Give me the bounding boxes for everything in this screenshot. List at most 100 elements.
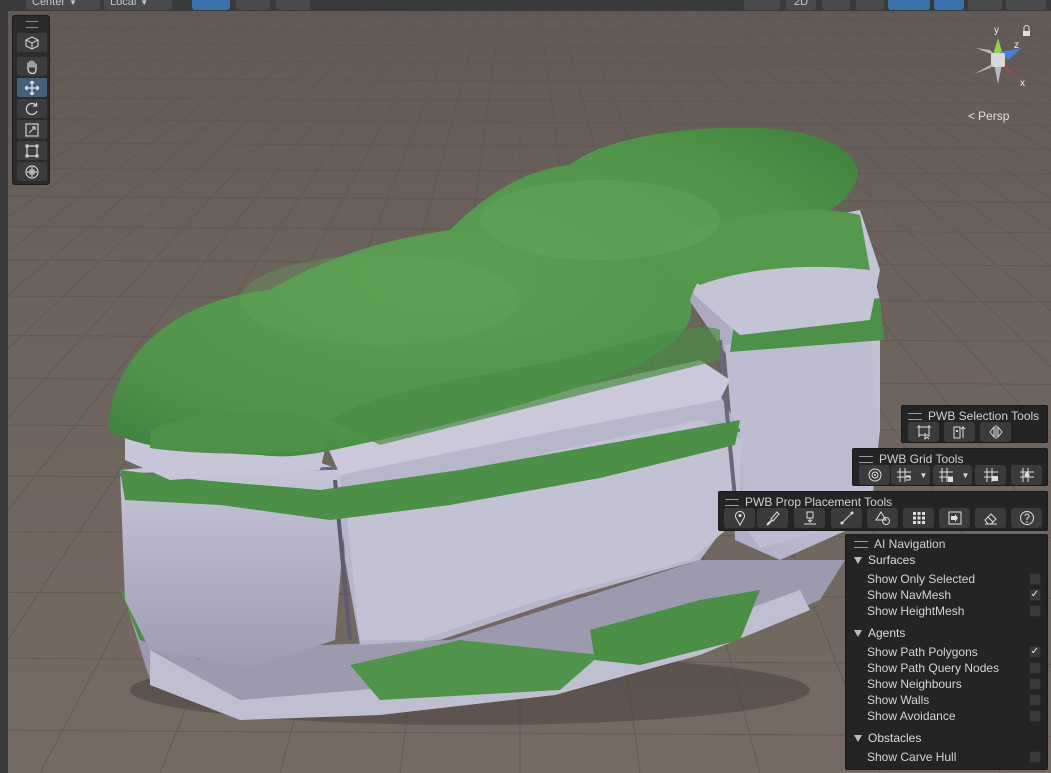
- help-button[interactable]: [1011, 508, 1042, 528]
- y-axis-label: y: [994, 25, 999, 36]
- option-label: Show Path Polygons: [867, 645, 978, 659]
- option-show-navmesh: Show NavMesh ✓: [867, 587, 1041, 603]
- snap-toggle-button[interactable]: [192, 0, 230, 10]
- eraser-icon: [983, 513, 997, 525]
- gravity-tool-button[interactable]: [794, 508, 825, 528]
- checkbox[interactable]: [1029, 694, 1041, 706]
- chevron-left-icon: <: [968, 109, 976, 123]
- brush-tool-button[interactable]: [757, 508, 788, 528]
- checkbox[interactable]: [1029, 678, 1041, 690]
- shape-tool-button[interactable]: [867, 508, 898, 528]
- pin-icon: [734, 511, 745, 526]
- panel-header[interactable]: PWB Selection Tools: [908, 409, 1039, 423]
- panel-header[interactable]: PWB Prop Placement Tools: [725, 495, 892, 509]
- section-title: Agents: [868, 626, 906, 640]
- option-label: Show Path Query Nodes: [867, 661, 1000, 675]
- panel-title: AI Navigation: [874, 537, 946, 551]
- foldout-arrow-icon: [854, 556, 862, 564]
- cube-icon: [25, 35, 39, 50]
- drag-handle[interactable]: [26, 21, 38, 28]
- pin-tool-button[interactable]: [724, 508, 755, 528]
- panel-title: PWB Prop Placement Tools: [745, 495, 893, 509]
- pivot-mode-dropdown[interactable]: Center ▼: [26, 0, 100, 10]
- panel-header[interactable]: AI Navigation: [854, 537, 945, 551]
- view-2d-label: 2D: [793, 0, 809, 8]
- mirror-button[interactable]: [980, 422, 1011, 442]
- increment-snap-button[interactable]: [276, 0, 310, 10]
- checkbox-checked[interactable]: ✓: [1029, 646, 1041, 658]
- scale-tool-button[interactable]: [17, 120, 47, 139]
- brush-icon: [765, 511, 780, 526]
- option-label: Show Only Selected: [867, 572, 976, 586]
- line-tool-button[interactable]: [831, 508, 862, 528]
- grid-dropdown[interactable]: ▼: [959, 465, 972, 485]
- pwb-selection-tools-panel: PWB Selection Tools: [901, 405, 1048, 443]
- effects-dropdown[interactable]: [888, 0, 930, 10]
- checkbox-checked[interactable]: ✓: [1029, 589, 1041, 601]
- grid-snap-dropdown[interactable]: ▼: [917, 465, 930, 485]
- option-show-only-selected: Show Only Selected: [867, 571, 1041, 587]
- transform-tool-button[interactable]: [17, 162, 47, 181]
- orientation-gizmo[interactable]: y z x: [962, 22, 1034, 94]
- pwb-prop-placement-tools-panel: PWB Prop Placement Tools: [718, 491, 1048, 531]
- projection-toggle[interactable]: < Persp: [968, 108, 1028, 124]
- grid-origin-button[interactable]: [1011, 465, 1042, 485]
- help-icon: [1019, 511, 1034, 525]
- pivot-rotation-label: Local: [110, 0, 137, 8]
- checkbox[interactable]: [1029, 710, 1041, 722]
- tiling-tool-button[interactable]: [903, 508, 934, 528]
- grid-lock-button[interactable]: [975, 465, 1006, 485]
- mirror-icon: [988, 425, 1003, 439]
- checkbox[interactable]: [1029, 605, 1041, 617]
- move-tool-button[interactable]: [17, 78, 47, 97]
- foldout-arrow-icon: [854, 734, 862, 742]
- checkbox[interactable]: [1029, 662, 1041, 674]
- drag-handle-icon: [859, 455, 873, 463]
- option-show-path-query-nodes: Show Path Query Nodes: [867, 660, 1041, 676]
- eraser-tool-button[interactable]: [975, 508, 1006, 528]
- rotate-tool-button[interactable]: [17, 99, 47, 118]
- option-label: Show NavMesh: [867, 588, 952, 602]
- scene-toolbar: Center ▼ Local ▼ 2D: [0, 0, 1051, 11]
- replace-icon: [948, 511, 961, 525]
- option-label: Show HeightMesh: [867, 604, 965, 618]
- option-show-avoidance: Show Avoidance: [867, 708, 1041, 724]
- draw-mode-dropdown[interactable]: [744, 0, 780, 10]
- option-label: Show Avoidance: [867, 709, 956, 723]
- panel-title: PWB Grid Tools: [879, 452, 964, 466]
- audio-toggle[interactable]: [856, 0, 884, 10]
- pivot-rotation-dropdown[interactable]: Local ▼: [104, 0, 172, 10]
- section-surfaces[interactable]: Surfaces: [854, 553, 915, 567]
- view-tool-button[interactable]: [17, 33, 47, 52]
- grid-snap-toggle[interactable]: [891, 465, 917, 485]
- checkbox[interactable]: [1029, 751, 1041, 763]
- section-agents[interactable]: Agents: [854, 626, 905, 640]
- panel-header[interactable]: PWB Grid Tools: [859, 452, 963, 466]
- section-obstacles[interactable]: Obstacles: [854, 731, 921, 745]
- camera-settings-dropdown[interactable]: [968, 0, 1002, 10]
- pivot-mode-label: Center: [32, 0, 66, 8]
- section-title: Obstacles: [868, 731, 922, 745]
- drag-handle-icon: [854, 540, 868, 548]
- view-2d-toggle[interactable]: 2D: [786, 0, 816, 10]
- move-icon: [24, 80, 40, 95]
- gizmos-dropdown[interactable]: [1006, 0, 1046, 10]
- gizmo-center[interactable]: [991, 53, 1005, 67]
- tool-palette: [12, 15, 50, 185]
- bounds-select-button[interactable]: [908, 422, 939, 442]
- option-show-neighbours: Show Neighbours: [867, 676, 1041, 692]
- align-button[interactable]: [944, 422, 975, 442]
- grid-toggle[interactable]: [933, 465, 959, 485]
- grid-snap-button[interactable]: [236, 0, 270, 10]
- lock-icon[interactable]: [1023, 25, 1030, 32]
- option-show-walls: Show Walls: [867, 692, 1041, 708]
- hand-tool-button[interactable]: [17, 57, 47, 76]
- left-edge: [0, 11, 8, 773]
- lighting-toggle[interactable]: [822, 0, 850, 10]
- rect-tool-button[interactable]: [17, 141, 47, 160]
- replacer-tool-button[interactable]: [939, 508, 970, 528]
- checkbox[interactable]: [1029, 573, 1041, 585]
- radial-grid-button[interactable]: [859, 465, 890, 485]
- scene-visibility-toggle[interactable]: [934, 0, 964, 10]
- drag-handle-icon: [908, 412, 922, 420]
